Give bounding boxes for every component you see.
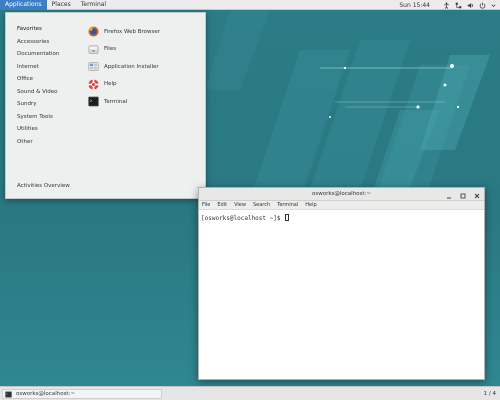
shell-prompt: [osworks@localhost ~]$ — [201, 215, 285, 222]
help-icon — [88, 79, 99, 90]
category-list: Favorites Accessories Documentation Inte… — [17, 23, 77, 148]
installer-icon — [88, 61, 99, 72]
category-sound-video[interactable]: Sound & Video — [17, 86, 77, 99]
window-titlebar[interactable]: osworks@localhost:~ — [199, 188, 484, 201]
category-documentation[interactable]: Documentation — [17, 48, 77, 61]
category-sundry[interactable]: Sundry — [17, 98, 77, 111]
app-terminal[interactable]: Terminal — [88, 93, 198, 111]
menu-view[interactable]: View — [234, 202, 246, 208]
clock[interactable]: Sun 15:44 — [399, 2, 430, 9]
category-office[interactable]: Office — [17, 73, 77, 86]
text-cursor — [285, 214, 290, 221]
menu-edit[interactable]: Edit — [217, 202, 227, 208]
app-list: Firefox Web Browser Files Application In… — [88, 23, 198, 111]
activities-overview-button[interactable]: Activities Overview — [17, 183, 70, 189]
app-files[interactable]: Files — [88, 41, 198, 59]
terminal-icon — [88, 96, 99, 107]
category-system-tools[interactable]: System Tools — [17, 111, 77, 124]
bottom-panel: osworks@localhost:~ 1 / 4 — [0, 386, 500, 400]
terminal-app-menu-button[interactable]: Terminal — [76, 0, 111, 10]
top-panel: Applications Places Terminal Sun 15:44 — [0, 0, 500, 10]
app-label: Terminal — [104, 98, 128, 105]
app-installer[interactable]: Application Installer — [88, 58, 198, 76]
terminal-menubar: File Edit View Search Terminal Help — [199, 201, 484, 210]
window-controls — [446, 188, 480, 201]
app-label: Files — [104, 46, 117, 53]
terminal-output[interactable]: [osworks@localhost ~]$ — [199, 211, 484, 379]
app-label: Application Installer — [104, 63, 159, 70]
category-accessories[interactable]: Accessories — [17, 36, 77, 49]
app-firefox[interactable]: Firefox Web Browser — [88, 23, 198, 41]
terminal-icon — [5, 391, 12, 398]
category-internet[interactable]: Internet — [17, 61, 77, 74]
taskbar-window-button[interactable]: osworks@localhost:~ — [2, 389, 162, 399]
terminal-window[interactable]: osworks@localhost:~ File Edit View Searc… — [198, 187, 485, 380]
category-utilities[interactable]: Utilities — [17, 123, 77, 136]
places-menu-button[interactable]: Places — [47, 0, 76, 10]
app-label: Help — [104, 81, 117, 88]
files-icon — [88, 44, 99, 55]
menu-terminal[interactable]: Terminal — [277, 202, 298, 208]
taskbar-window-label: osworks@localhost:~ — [16, 391, 76, 397]
minimize-icon[interactable] — [446, 192, 452, 198]
applications-menu-button[interactable]: Applications — [0, 0, 47, 10]
menu-search[interactable]: Search — [253, 202, 270, 208]
menu-file[interactable]: File — [202, 202, 210, 208]
menu-help[interactable]: Help — [305, 202, 316, 208]
app-help[interactable]: Help — [88, 76, 198, 94]
app-label: Firefox Web Browser — [104, 28, 160, 35]
power-icon[interactable] — [479, 2, 486, 9]
firefox-icon — [88, 26, 99, 37]
window-title: osworks@localhost:~ — [311, 191, 372, 197]
workspace-indicator[interactable]: 1 / 4 — [484, 389, 496, 399]
volume-icon[interactable] — [467, 2, 474, 9]
category-other[interactable]: Other — [17, 136, 77, 149]
accessibility-icon[interactable] — [443, 1, 450, 9]
category-favorites[interactable]: Favorites — [17, 23, 77, 36]
status-area[interactable]: Sun 15:44 — [399, 0, 496, 10]
chevron-down-icon[interactable] — [491, 2, 496, 9]
network-icon[interactable] — [455, 2, 462, 9]
close-icon[interactable] — [474, 192, 480, 198]
maximize-icon[interactable] — [460, 192, 466, 198]
applications-menu: Favorites Accessories Documentation Inte… — [5, 12, 206, 199]
